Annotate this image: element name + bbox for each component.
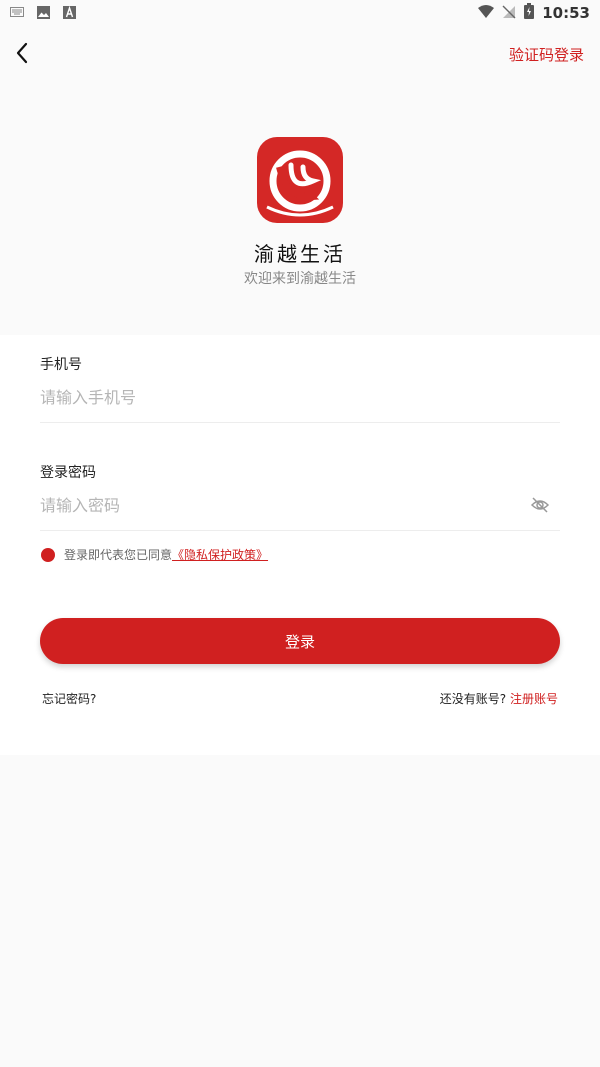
app-logo-icon bbox=[266, 150, 334, 217]
privacy-policy-link[interactable]: 《隐私保护政策》 bbox=[172, 546, 268, 563]
no-sim-icon bbox=[502, 4, 516, 23]
agreement-radio[interactable] bbox=[41, 547, 55, 562]
status-time: 10:53 bbox=[542, 4, 590, 22]
wifi-icon bbox=[478, 4, 495, 23]
app-logo bbox=[257, 137, 343, 223]
eye-off-icon[interactable] bbox=[530, 495, 550, 515]
text-app-icon bbox=[62, 5, 76, 19]
register-row: 还没有账号? 注册账号 bbox=[440, 690, 558, 707]
forgot-password-link[interactable]: 忘记密码? bbox=[42, 690, 96, 707]
keyboard-icon bbox=[10, 5, 24, 19]
register-prompt: 还没有账号? bbox=[439, 692, 507, 706]
chevron-left-icon bbox=[16, 42, 28, 64]
battery-icon bbox=[524, 3, 535, 23]
phone-divider bbox=[40, 422, 560, 423]
status-bar: 10:53 bbox=[0, 0, 600, 26]
image-icon bbox=[36, 5, 50, 19]
password-divider bbox=[40, 530, 560, 531]
phone-label: 手机号 bbox=[40, 357, 82, 373]
phone-input[interactable] bbox=[40, 382, 520, 412]
app-name: 渝越生活 bbox=[254, 242, 346, 266]
password-label: 登录密码 bbox=[40, 465, 96, 481]
password-input[interactable] bbox=[40, 490, 510, 520]
register-link[interactable]: 注册账号 bbox=[510, 692, 558, 706]
agreement-row: 登录即代表您已同意 《隐私保护政策》 bbox=[41, 546, 268, 563]
login-form: 手机号 登录密码 登录即代表您已同意 《隐私保护政策》 登录 忘记密码? 还没有… bbox=[0, 335, 600, 755]
login-button[interactable]: 登录 bbox=[40, 618, 560, 664]
back-button[interactable] bbox=[12, 40, 34, 66]
welcome-text: 欢迎来到渝越生活 bbox=[244, 271, 356, 287]
agreement-text: 登录即代表您已同意 bbox=[64, 548, 173, 562]
sms-login-link[interactable]: 验证码登录 bbox=[509, 44, 584, 65]
